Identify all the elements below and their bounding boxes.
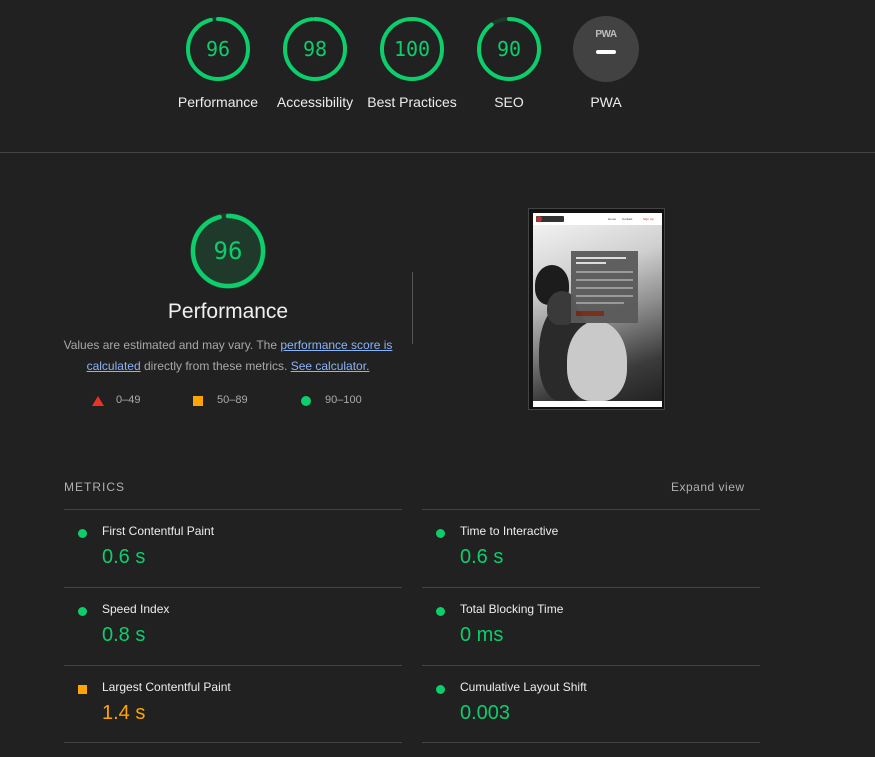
metric-divider [64, 742, 402, 743]
desc-middle: directly from these metrics. [140, 359, 291, 373]
screenshot-nav-item: Contact [622, 217, 633, 221]
gauge-accessibility[interactable]: 98 Accessibility [265, 16, 365, 112]
gauge-label: PWA [590, 94, 622, 110]
legend-range: 90–100 [325, 394, 362, 406]
gauge-label: Best Practices [367, 94, 457, 110]
performance-gauge: 96 [190, 213, 266, 289]
metric-label: Largest Contentful Paint [102, 680, 231, 694]
gauge-label: SEO [494, 94, 524, 110]
metric-label: First Contentful Paint [102, 524, 215, 538]
metric-total-blocking-time: Total Blocking Time 0 ms [422, 588, 760, 665]
gauge-label: Accessibility [276, 94, 354, 110]
performance-score: 96 [213, 237, 243, 265]
metric-cumulative-layout-shift: Cumulative Layout Shift 0.003 [422, 666, 760, 743]
screenshot-signup-card [571, 251, 638, 323]
vertical-separator [412, 272, 413, 344]
metric-value: 0.6 s [102, 546, 146, 568]
gauge-performance[interactable]: 96 Performance [168, 16, 268, 112]
circle-icon [301, 396, 311, 406]
gauge-ring: PWA [573, 16, 639, 82]
gauge-seo[interactable]: 90 SEO [459, 16, 559, 112]
final-screenshot-thumbnail[interactable]: Home Contact Sign Up [528, 208, 665, 410]
metric-label: Total Blocking Time [460, 602, 564, 616]
see-calculator-link[interactable]: See calculator. [291, 359, 370, 373]
expand-view-toggle[interactable]: Expand view [671, 480, 745, 494]
average-square-icon [78, 685, 87, 694]
pwa-badge-text: PWA [595, 29, 617, 40]
screenshot-hero-image [533, 225, 662, 401]
pass-circle-icon [78, 607, 87, 616]
metric-time-to-interactive: Time to Interactive 0.6 s [422, 510, 760, 587]
legend-range: 50–89 [217, 394, 248, 406]
screenshot-logo [536, 216, 564, 222]
screenshot-page: Home Contact Sign Up [533, 213, 662, 407]
metric-first-contentful-paint: First Contentful Paint 0.6 s [64, 510, 402, 587]
gauge-ring: 96 [185, 16, 251, 82]
pass-circle-icon [436, 529, 445, 538]
metric-label: Speed Index [102, 602, 170, 616]
category-gauges: 96 Performance 98 Accessibility 100 Best… [0, 16, 875, 136]
desc-prefix: Values are estimated and may vary. The [63, 338, 281, 352]
pwa-dash-icon [596, 50, 616, 54]
gauge-label: Performance [177, 94, 259, 110]
legend-range: 0–49 [116, 394, 141, 406]
square-icon [193, 396, 203, 406]
gauge-ring: 90 [476, 16, 542, 82]
gauge-ring: 100 [379, 16, 445, 82]
metric-value: 0.6 s [460, 546, 504, 568]
section-divider [0, 152, 875, 153]
metric-value: 0.003 [460, 702, 511, 724]
triangle-icon [92, 396, 104, 406]
gauge-score: 98 [302, 37, 328, 61]
gauge-best-practices[interactable]: 100 Best Practices [362, 16, 462, 112]
metric-largest-contentful-paint: Largest Contentful Paint 1.4 s [64, 666, 402, 743]
performance-description: Values are estimated and may vary. The p… [62, 335, 394, 377]
screenshot-nav: Home Contact Sign Up [533, 213, 662, 225]
metric-value: 0.8 s [102, 624, 146, 646]
metric-value: 1.4 s [102, 702, 146, 724]
screenshot-footer [533, 401, 662, 407]
metric-divider [422, 742, 760, 743]
metric-label: Cumulative Layout Shift [460, 680, 587, 694]
screenshot-nav-item: Sign Up [643, 217, 654, 221]
gauge-score: 90 [496, 37, 522, 61]
pwa-badge-icon: PWA [573, 16, 639, 82]
performance-title: Performance [167, 300, 289, 323]
gauge-ring: 98 [282, 16, 348, 82]
metrics-header: METRICS [64, 480, 125, 494]
gauge-score: 96 [205, 37, 231, 61]
metric-speed-index: Speed Index 0.8 s [64, 588, 402, 665]
pass-circle-icon [78, 529, 87, 538]
pass-circle-icon [436, 685, 445, 694]
gauge-score: 100 [393, 37, 431, 61]
screenshot-nav-item: Home [608, 217, 617, 221]
metric-label: Time to Interactive [460, 524, 559, 538]
pass-circle-icon [436, 607, 445, 616]
gauge-pwa[interactable]: PWA PWA [556, 16, 656, 112]
metric-value: 0 ms [460, 624, 504, 646]
